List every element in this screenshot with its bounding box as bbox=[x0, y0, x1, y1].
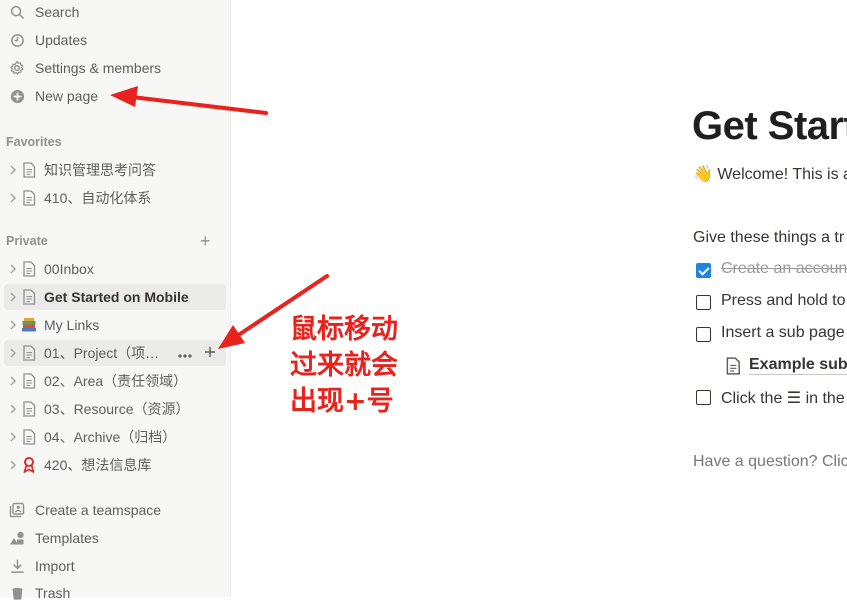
todo-text-4: Click the ☰ in the bbox=[721, 390, 845, 407]
import-icon bbox=[8, 557, 26, 575]
todo-text-2: Press and hold to bbox=[721, 292, 846, 309]
sidebar-item-inbox[interactable]: 00Inbox bbox=[4, 256, 226, 282]
create-teamspace-label: Create a teamspace bbox=[35, 502, 162, 518]
sidebar-item-label: 410、自动化体系 bbox=[44, 190, 152, 206]
chevron-right-icon[interactable] bbox=[6, 456, 20, 474]
sidebar-item-fav-1[interactable]: 知识管理思考问答 bbox=[4, 157, 226, 183]
page-icon bbox=[20, 400, 38, 418]
new-page-label: New page bbox=[35, 88, 99, 104]
favorites-heading: Favorites bbox=[6, 135, 62, 149]
books-icon bbox=[20, 316, 38, 334]
settings-button[interactable]: Settings & members bbox=[4, 55, 226, 81]
sub-page-link[interactable]: Example sub bbox=[725, 356, 847, 375]
annotation-text: 鼠标移动 过来就会 出现+号 bbox=[290, 312, 398, 420]
welcome-text: 👋 Welcome! This is a bbox=[693, 166, 847, 183]
sidebar-item-ideas[interactable]: 420、想法信息库 bbox=[4, 452, 226, 478]
plus-circle-icon bbox=[8, 87, 26, 105]
add-private-page-button[interactable]: + bbox=[200, 231, 211, 252]
sub-page-label: Example sub bbox=[749, 356, 847, 375]
todo-checkbox-2[interactable] bbox=[696, 295, 711, 310]
trash-icon bbox=[8, 584, 26, 602]
chevron-right-icon[interactable] bbox=[6, 288, 20, 306]
sidebar: Search Updates Settings & members New pa… bbox=[0, 0, 231, 601]
new-page-button[interactable]: New page bbox=[4, 83, 226, 109]
sidebar-item-my-links[interactable]: My Links bbox=[4, 312, 226, 338]
updates-label: Updates bbox=[35, 32, 88, 48]
create-teamspace-button[interactable]: Create a teamspace bbox=[4, 497, 226, 523]
todo-checkbox-1[interactable] bbox=[696, 263, 711, 278]
ribbon-icon bbox=[20, 456, 38, 474]
sidebar-item-resource[interactable]: 03、Resource（资源） bbox=[4, 396, 226, 422]
import-label: Import bbox=[35, 558, 75, 574]
sidebar-item-label: Get Started on Mobile bbox=[44, 289, 189, 305]
updates-button[interactable]: Updates bbox=[4, 27, 226, 53]
page-icon bbox=[20, 344, 38, 362]
chevron-right-icon[interactable] bbox=[6, 161, 20, 179]
templates-label: Templates bbox=[35, 530, 99, 546]
clock-icon bbox=[8, 31, 26, 49]
templates-icon bbox=[8, 529, 26, 547]
sidebar-item-project[interactable]: 01、Project（项… bbox=[4, 340, 226, 366]
add-subpage-icon[interactable] bbox=[204, 345, 216, 361]
trash-label: Trash bbox=[35, 585, 71, 601]
search-label: Search bbox=[35, 4, 80, 20]
templates-button[interactable]: Templates bbox=[4, 525, 226, 551]
annotation-line: 过来就会 bbox=[290, 350, 398, 381]
sidebar-item-label: 04、Archive（归档） bbox=[44, 429, 177, 445]
page-title[interactable]: Get Start bbox=[692, 104, 847, 149]
page-icon bbox=[20, 161, 38, 179]
question-text: Have a question? Clic bbox=[693, 453, 847, 470]
row-actions bbox=[178, 345, 216, 361]
sidebar-item-label: My Links bbox=[44, 317, 100, 333]
sidebar-item-get-started[interactable]: Get Started on Mobile bbox=[4, 284, 226, 310]
sidebar-item-label: 420、想法信息库 bbox=[44, 457, 152, 473]
sidebar-item-label: 知识管理思考问答 bbox=[44, 162, 156, 178]
more-icon[interactable] bbox=[178, 345, 192, 361]
page-icon bbox=[20, 288, 38, 306]
intro-text: Give these things a tr bbox=[693, 229, 845, 246]
todo-checkbox-3[interactable] bbox=[696, 327, 711, 342]
sidebar-item-archive[interactable]: 04、Archive（归档） bbox=[4, 424, 226, 450]
trash-button[interactable]: Trash bbox=[4, 580, 226, 606]
sidebar-item-label: 01、Project（项… bbox=[44, 345, 160, 361]
page-icon bbox=[725, 356, 741, 375]
todo-checkbox-4[interactable] bbox=[696, 390, 711, 405]
teamspace-icon bbox=[8, 501, 26, 519]
todo-text-1: Create an accoun bbox=[721, 260, 847, 277]
chevron-right-icon[interactable] bbox=[6, 344, 20, 362]
sidebar-item-area[interactable]: 02、Area（责任领域） bbox=[4, 368, 226, 394]
chevron-right-icon[interactable] bbox=[6, 428, 20, 446]
sidebar-item-label: 03、Resource（资源） bbox=[44, 401, 190, 417]
gear-icon bbox=[8, 59, 26, 77]
page-icon bbox=[20, 372, 38, 390]
chevron-right-icon[interactable] bbox=[6, 372, 20, 390]
sidebar-item-fav-2[interactable]: 410、自动化体系 bbox=[4, 185, 226, 211]
sidebar-item-label: 00Inbox bbox=[44, 261, 94, 277]
page-icon bbox=[20, 189, 38, 207]
page-icon bbox=[20, 428, 38, 446]
settings-label: Settings & members bbox=[35, 60, 162, 76]
page-icon bbox=[20, 260, 38, 278]
annotation-line: 出现+号 bbox=[290, 386, 394, 417]
chevron-right-icon[interactable] bbox=[6, 400, 20, 418]
todo-text-3: Insert a sub page bbox=[721, 324, 845, 341]
sidebar-item-label: 02、Area（责任领域） bbox=[44, 373, 188, 389]
chevron-right-icon[interactable] bbox=[6, 189, 20, 207]
search-icon bbox=[8, 3, 26, 21]
chevron-right-icon[interactable] bbox=[6, 316, 20, 334]
import-button[interactable]: Import bbox=[4, 553, 226, 579]
annotation-line: 鼠标移动 bbox=[290, 314, 398, 345]
chevron-right-icon[interactable] bbox=[6, 260, 20, 278]
private-heading: Private bbox=[6, 234, 48, 248]
search-button[interactable]: Search bbox=[4, 0, 226, 25]
